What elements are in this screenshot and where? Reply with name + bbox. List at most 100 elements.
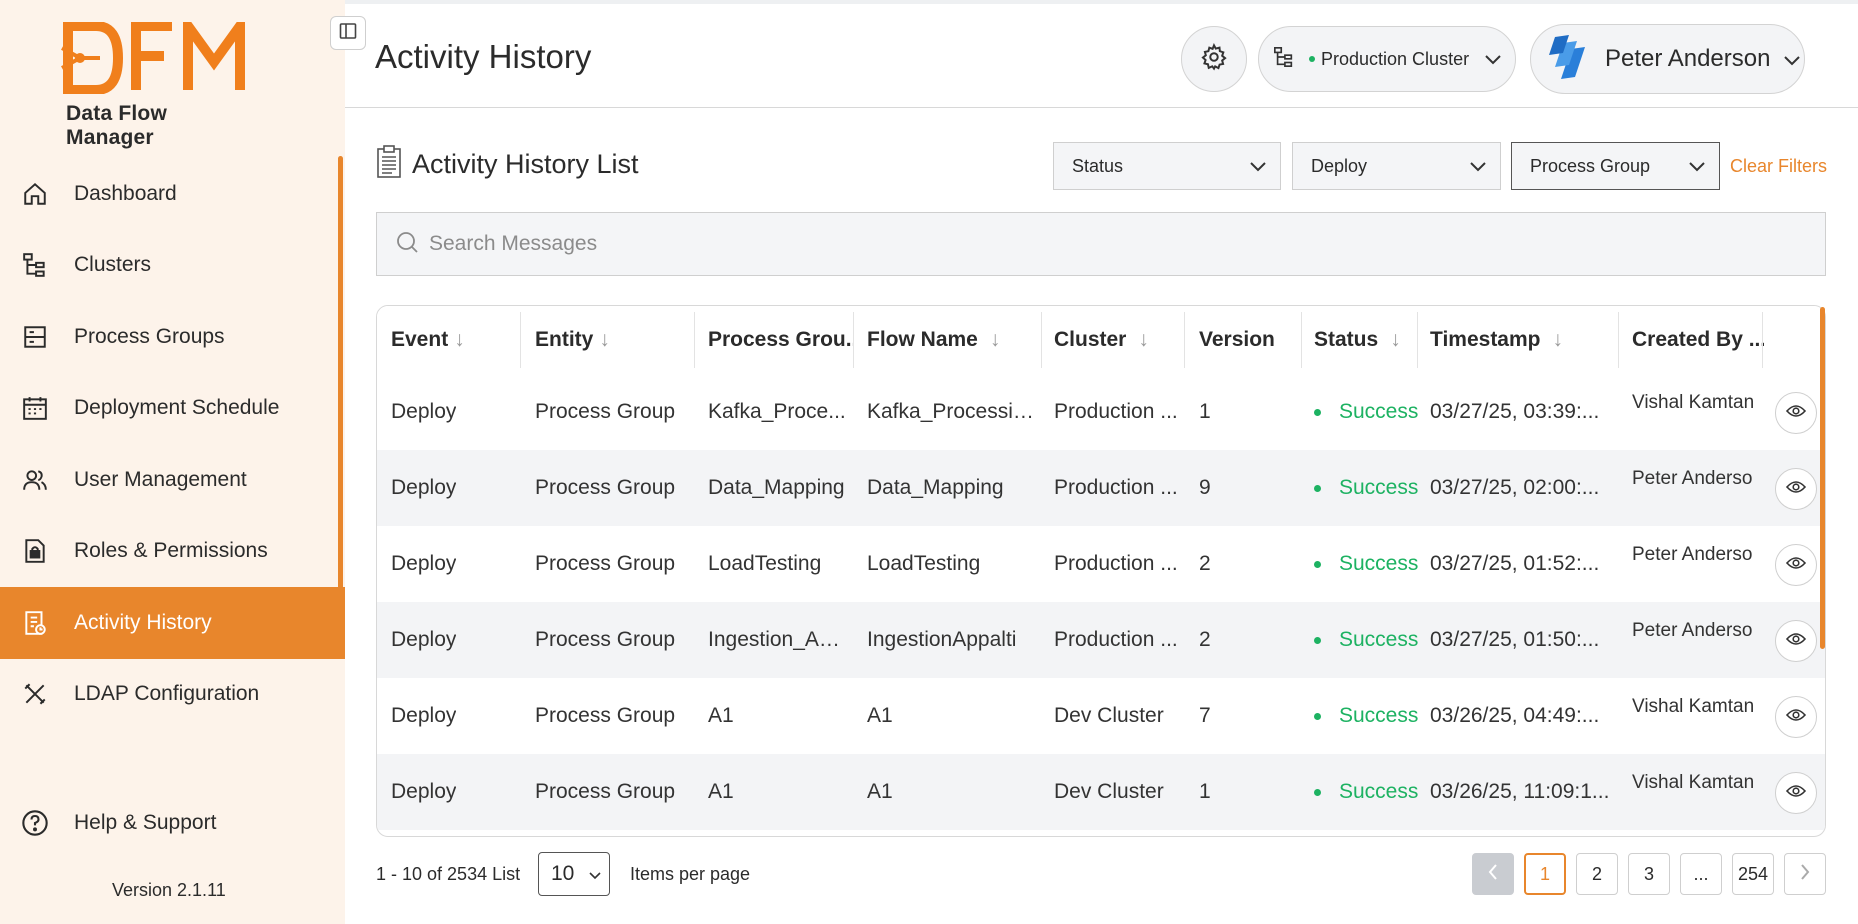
column-divider <box>1762 312 1763 368</box>
history-doc-icon <box>20 608 50 638</box>
cell-event-text: Deploy <box>391 476 457 499</box>
event-filter-select[interactable]: Deploy <box>1292 142 1501 190</box>
cell-event-text: Deploy <box>391 704 457 727</box>
cell-process-group: LoadTesting <box>708 526 848 602</box>
cell-timestamp-text: 03/27/25, 01:50:... <box>1430 628 1600 651</box>
entity-filter-select[interactable]: Process Group <box>1511 142 1720 190</box>
cluster-tree-icon <box>20 250 50 280</box>
table-row[interactable]: Deploy Process Group Ingestion_Ap... Ingest… <box>377 602 1825 678</box>
column-divider <box>1618 312 1619 368</box>
next-page-button[interactable] <box>1784 853 1826 895</box>
cell-process-group-text: Ingestion_Ap... <box>708 628 848 651</box>
sidebar-item-dashboard[interactable]: Dashboard <box>0 158 345 230</box>
sidebar-item-clusters[interactable]: Clusters <box>0 230 345 302</box>
table-row[interactable]: Deploy Process Group LoadTesting LoadTestin… <box>377 526 1825 602</box>
view-details-button[interactable] <box>1775 544 1817 586</box>
chevron-right-icon <box>1800 863 1810 885</box>
view-details-button[interactable] <box>1775 392 1817 434</box>
page-button-1[interactable]: 1 <box>1524 853 1566 895</box>
column-header-label: Entity <box>535 328 594 351</box>
column-divider <box>520 312 521 368</box>
cell-timestamp-text: 03/26/25, 11:09:1... <box>1430 780 1610 803</box>
sidebar-item-ldap-configuration[interactable]: LDAP Configuration <box>0 659 345 731</box>
cell-created-by-text: Vishal Kamtan <box>1632 392 1755 413</box>
cell-flow-name-text: A1 <box>867 704 893 727</box>
page-button-2[interactable]: 2 <box>1576 853 1618 895</box>
column-divider <box>853 312 854 368</box>
column-header-cluster[interactable]: Cluster ↓ <box>1054 306 1184 374</box>
prev-page-button[interactable] <box>1472 853 1514 895</box>
cell-status: Success <box>1314 678 1419 754</box>
logo-mark <box>60 22 260 94</box>
view-details-button[interactable] <box>1775 468 1817 510</box>
app-root: Data Flow Manager Dashboard Clusters Pro… <box>0 0 1858 924</box>
sidebar-item-process-groups[interactable]: Process Groups <box>0 301 345 373</box>
cell-flow-name: LoadTesting <box>867 526 1035 602</box>
list-title: Activity History List <box>412 149 639 179</box>
cell-version: 2 <box>1199 526 1297 602</box>
cell-status: Success <box>1314 526 1419 602</box>
column-header-event[interactable]: Event ↓ <box>391 306 516 374</box>
cell-flow-name: A1 <box>867 754 1035 830</box>
dfm-logo[interactable]: Data Flow Manager <box>60 22 260 149</box>
column-header-label: Timestamp <box>1430 328 1541 351</box>
status-dot <box>1314 636 1321 644</box>
cell-process-group-text: Kafka_Proce... <box>708 400 846 423</box>
chevron-down-icon <box>1250 156 1266 177</box>
sidebar-item-roles-permissions[interactable]: Roles & Permissions <box>0 516 345 588</box>
sidebar-item-user-management[interactable]: User Management <box>0 444 345 516</box>
view-details-button[interactable] <box>1775 696 1817 738</box>
items-per-page-value: 10 <box>551 862 575 885</box>
column-header-flow-name[interactable]: Flow Name ↓ <box>867 306 1037 374</box>
sidebar-item-label: Roles & Permissions <box>74 539 268 563</box>
user-menu[interactable]: Peter Anderson <box>1530 24 1805 94</box>
settings-button[interactable] <box>1181 26 1247 92</box>
status-dot <box>1314 788 1321 796</box>
cell-timestamp: 03/27/25, 01:50:... <box>1430 602 1616 678</box>
help-circle-icon <box>20 808 50 838</box>
status-filter-select[interactable]: Status <box>1053 142 1281 190</box>
page-button-3[interactable]: 3 <box>1628 853 1670 895</box>
cell-status-text: Success <box>1339 628 1419 651</box>
cluster-tree-icon <box>1273 45 1295 74</box>
cell-entity: Process Group <box>535 678 690 754</box>
cluster-selector[interactable]: Production Cluster <box>1258 26 1516 92</box>
cell-version-text: 7 <box>1199 704 1211 727</box>
help-support-link[interactable]: Help & Support <box>20 808 216 838</box>
cell-version-text: 2 <box>1199 552 1211 575</box>
column-header-entity[interactable]: Entity ↓ <box>535 306 700 374</box>
cell-process-group: A1 <box>708 754 848 830</box>
cell-entity: Process Group <box>535 754 690 830</box>
column-header-timestamp[interactable]: Timestamp ↓ <box>1430 306 1610 374</box>
table-scrollbar[interactable] <box>1820 307 1825 649</box>
cell-entity: Process Group <box>535 602 690 678</box>
page-ellipsis-button[interactable]: ... <box>1680 853 1722 895</box>
cell-flow-name-text: Data_Mapping <box>867 476 1004 499</box>
view-details-button[interactable] <box>1775 772 1817 814</box>
table-row[interactable]: Deploy Process Group A1 A1 Dev Cluster 1 Succe… <box>377 754 1825 830</box>
table-row[interactable]: Deploy Process Group Kafka_Proce... Kafka_P… <box>377 374 1825 450</box>
cell-created-by-text: Peter Anderso <box>1632 620 1753 641</box>
clear-filters-link[interactable]: Clear Filters <box>1730 156 1827 177</box>
column-header-process-group[interactable]: Process Grou... <box>708 306 854 374</box>
items-per-page-label: Items per page <box>630 864 751 884</box>
column-header-status[interactable]: Status ↓ <box>1314 306 1419 374</box>
cell-created-by: Vishal Kamtan <box>1632 678 1766 754</box>
items-per-page-select[interactable]: 10 <box>538 852 610 896</box>
table-row[interactable]: Deploy Process Group Data_Mapping Data_Mapp… <box>377 450 1825 526</box>
sidebar-item-activity-history[interactable]: Activity History <box>0 587 345 659</box>
sidebar-item-deployment-schedule[interactable]: Deployment Schedule <box>0 373 345 445</box>
table-row[interactable]: Deploy Process Group A1 A1 Dev Cluster 7 Succe… <box>377 678 1825 754</box>
cell-status-text: Success <box>1339 476 1419 499</box>
page-button-last[interactable]: 254 <box>1732 853 1774 895</box>
tools-icon <box>20 679 50 709</box>
eye-icon <box>1785 708 1807 727</box>
sidebar-collapse-button[interactable] <box>330 16 366 50</box>
column-header-created-by[interactable]: Created By ... <box>1632 306 1764 374</box>
view-details-button[interactable] <box>1775 620 1817 662</box>
search-input[interactable] <box>429 232 1809 256</box>
column-header-version[interactable]: Version <box>1199 306 1299 374</box>
sidebar-item-label: User Management <box>74 467 247 491</box>
cell-process-group: Ingestion_Ap... <box>708 602 848 678</box>
cell-cluster: Production ... <box>1054 526 1182 602</box>
